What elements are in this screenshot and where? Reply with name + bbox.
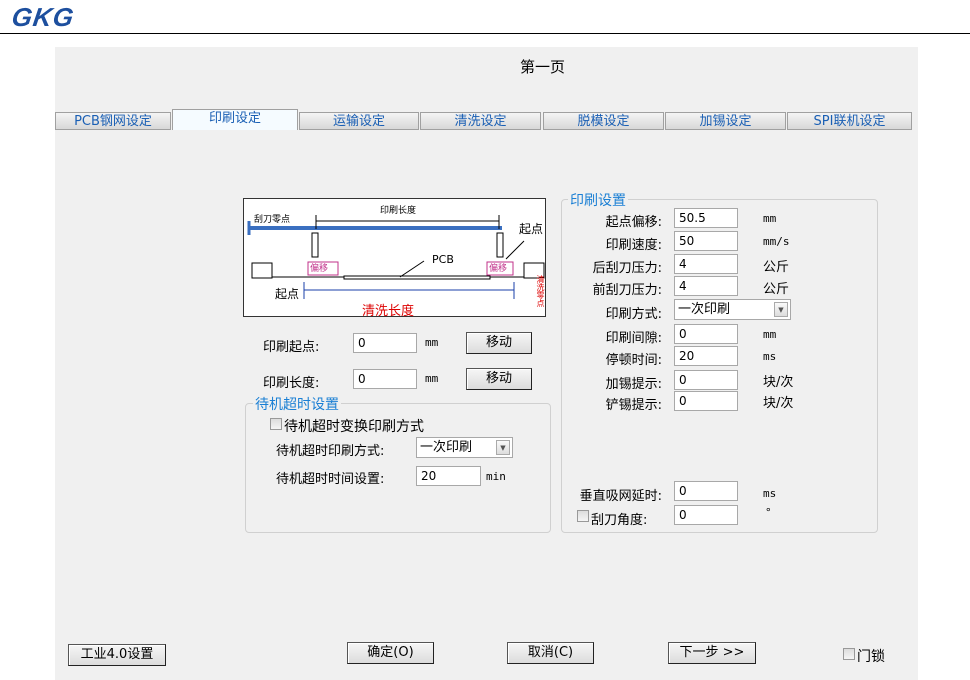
rear-pressure-unit: 公斤 bbox=[763, 260, 790, 275]
tab-add-solder[interactable]: 加锡设定 bbox=[665, 112, 786, 130]
vacuum-delay-unit: ms bbox=[763, 487, 777, 500]
move-start-button[interactable]: 移动 bbox=[466, 332, 532, 354]
offset-left-label: 偏移 bbox=[310, 264, 329, 274]
print-diagram: 印刷长度 刮刀零点 起点 偏移 偏移 PCB 起点 清洗长度 清洗零点 bbox=[243, 198, 546, 319]
standby-time-label: 待机超时时间设置: bbox=[276, 472, 385, 487]
pause-time-input[interactable]: 20 bbox=[674, 346, 738, 366]
squeegee-angle-checkbox[interactable] bbox=[577, 510, 589, 522]
print-length-label: 印刷长度 bbox=[380, 206, 417, 216]
rear-pressure-label: 后刮刀压力: bbox=[592, 261, 662, 276]
start-offset-label: 起点偏移: bbox=[605, 215, 662, 230]
print-mode-select[interactable]: 一次印刷 ▼ bbox=[674, 299, 791, 320]
print-speed-label: 印刷速度: bbox=[605, 238, 662, 253]
door-lock-checkbox[interactable] bbox=[843, 648, 855, 660]
pause-time-label: 停顿时间: bbox=[605, 353, 662, 368]
print-gap-label: 印刷间隙: bbox=[605, 331, 662, 346]
tab-pcb-stencil[interactable]: PCB钢网设定 bbox=[55, 112, 171, 130]
tab-transport[interactable]: 运输设定 bbox=[299, 112, 419, 130]
print-start-input[interactable]: 0 bbox=[353, 333, 417, 353]
print-length-unit: mm bbox=[425, 372, 439, 385]
print-mode-value: 一次印刷 bbox=[678, 302, 731, 317]
chevron-down-icon: ▼ bbox=[774, 302, 788, 317]
print-length-label: 印刷长度: bbox=[263, 376, 320, 391]
chevron-down-icon: ▼ bbox=[496, 440, 510, 455]
standby-legend: 待机超时设置 bbox=[253, 394, 341, 414]
industry-4-settings-button[interactable]: 工业4.0设置 bbox=[68, 644, 166, 666]
start-top-label: 起点 bbox=[519, 222, 544, 236]
squeegee-zero-label: 刮刀零点 bbox=[254, 215, 291, 225]
print-start-label: 印刷起点: bbox=[263, 340, 320, 355]
print-speed-input[interactable]: 50 bbox=[674, 231, 738, 251]
add-solder-hint-input[interactable]: 0 bbox=[674, 370, 738, 390]
print-gap-unit: mm bbox=[763, 328, 777, 341]
front-pressure-unit: 公斤 bbox=[763, 282, 790, 297]
standby-mode-label: 待机超时印刷方式: bbox=[276, 444, 385, 459]
add-solder-hint-unit: 块/次 bbox=[763, 375, 794, 390]
front-pressure-label: 前刮刀压力: bbox=[592, 283, 662, 298]
print-length-input[interactable]: 0 bbox=[353, 369, 417, 389]
scrape-solder-hint-input[interactable]: 0 bbox=[674, 391, 738, 411]
add-solder-hint-label: 加锡提示: bbox=[605, 377, 662, 392]
move-length-button[interactable]: 移动 bbox=[466, 368, 532, 390]
offset-right-label: 偏移 bbox=[489, 264, 508, 274]
start-bottom-label: 起点 bbox=[275, 287, 300, 301]
scrape-solder-hint-label: 铲锡提示: bbox=[605, 398, 662, 413]
ok-button[interactable]: 确定(O) bbox=[347, 642, 434, 664]
gkg-logo: GKG bbox=[9, 2, 77, 32]
print-mode-label: 印刷方式: bbox=[605, 307, 662, 322]
standby-time-unit: min bbox=[486, 470, 506, 483]
tab-spi[interactable]: SPI联机设定 bbox=[787, 112, 912, 130]
front-pressure-input[interactable]: 4 bbox=[674, 276, 738, 296]
standby-mode-value: 一次印刷 bbox=[420, 440, 473, 455]
print-settings-legend: 印刷设置 bbox=[568, 190, 628, 210]
header-divider bbox=[0, 33, 970, 34]
tab-demold[interactable]: 脱模设定 bbox=[543, 112, 664, 130]
vacuum-delay-label: 垂直吸网延时: bbox=[579, 489, 662, 504]
squeegee-angle-unit: ° bbox=[765, 506, 772, 519]
door-lock-label: 门锁 bbox=[857, 649, 885, 665]
print-start-unit: mm bbox=[425, 336, 439, 349]
standby-mode-select[interactable]: 一次印刷 ▼ bbox=[416, 437, 513, 458]
next-button[interactable]: 下一步 >> bbox=[668, 642, 756, 664]
standby-switch-checkbox[interactable] bbox=[270, 418, 282, 430]
clean-zero-label: 清洗零点 bbox=[536, 275, 545, 307]
print-gap-input[interactable]: 0 bbox=[674, 324, 738, 344]
cancel-button[interactable]: 取消(C) bbox=[507, 642, 594, 664]
start-offset-input[interactable]: 50.5 bbox=[674, 208, 738, 228]
standby-switch-label: 待机超时变换印刷方式 bbox=[284, 419, 424, 435]
standby-time-input[interactable]: 20 bbox=[416, 466, 481, 486]
clean-length-label: 清洗长度 bbox=[362, 304, 415, 319]
start-offset-unit: mm bbox=[763, 212, 777, 225]
tab-print-settings[interactable]: 印刷设定 bbox=[172, 109, 298, 130]
tab-cleaning[interactable]: 清洗设定 bbox=[420, 112, 541, 130]
squeegee-angle-input[interactable]: 0 bbox=[674, 505, 738, 525]
pause-time-unit: ms bbox=[763, 350, 777, 363]
scrape-solder-hint-unit: 块/次 bbox=[763, 396, 794, 411]
squeegee-angle-label: 刮刀角度: bbox=[591, 513, 648, 528]
vacuum-delay-input[interactable]: 0 bbox=[674, 481, 738, 501]
print-speed-unit: mm/s bbox=[763, 235, 790, 248]
page-title: 第一页 bbox=[520, 58, 566, 76]
pcb-label: PCB bbox=[432, 253, 454, 266]
rear-pressure-input[interactable]: 4 bbox=[674, 254, 738, 274]
